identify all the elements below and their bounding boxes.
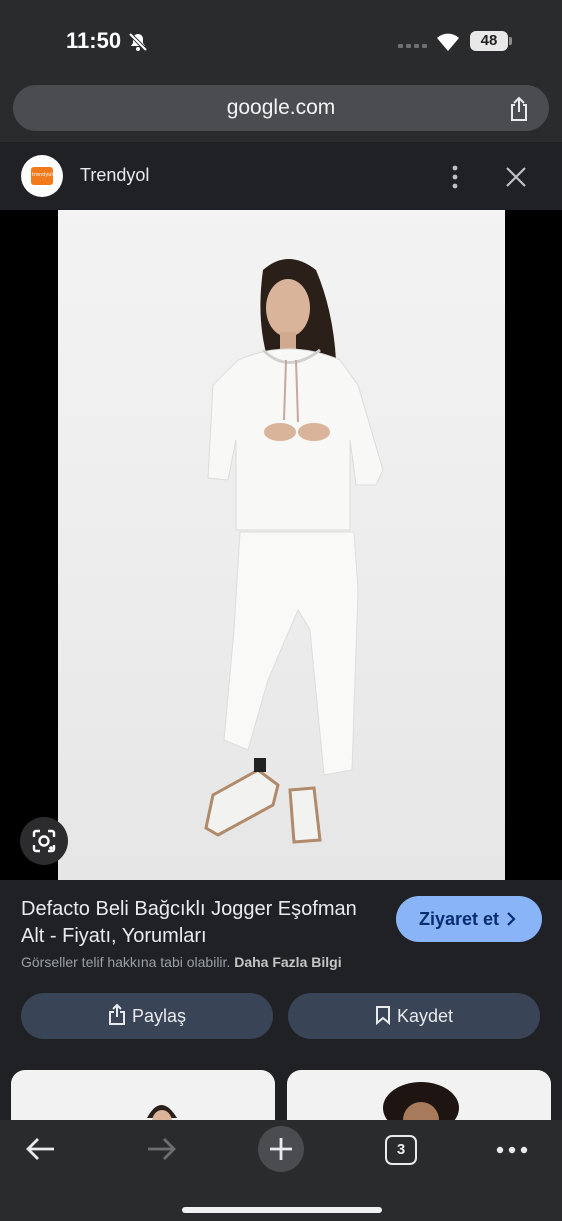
wifi-icon: [437, 33, 459, 51]
product-image[interactable]: [58, 210, 505, 880]
bottom-toolbar: 3: [0, 1120, 562, 1221]
image-viewer: [0, 210, 562, 880]
bookmark-icon: [375, 1006, 390, 1026]
back-arrow-icon[interactable]: [24, 1134, 58, 1164]
image-info-panel: Defacto Beli Bağcıklı Jogger Eşofman Alt…: [0, 880, 562, 1130]
copyright-notice: Görseller telif hakkına tabi olabilir. D…: [21, 954, 342, 970]
model-illustration: [204, 259, 384, 844]
visit-label: Ziyaret et: [419, 909, 500, 929]
share-label: Paylaş: [131, 1006, 187, 1026]
close-icon[interactable]: [505, 166, 527, 188]
tab-switcher-button[interactable]: 3: [385, 1135, 417, 1165]
home-indicator[interactable]: [182, 1207, 382, 1213]
status-time: 11:50: [66, 28, 122, 53]
share-icon: [108, 1004, 125, 1026]
trendyol-logo-mark: trendyol: [31, 167, 53, 185]
bell-muted-icon: [128, 32, 148, 52]
battery-icon: 48: [470, 31, 512, 51]
source-name[interactable]: Trendyol: [80, 165, 149, 186]
forward-arrow-icon[interactable]: [144, 1134, 178, 1164]
source-header: trendyol Trendyol: [0, 142, 562, 210]
new-tab-button[interactable]: [258, 1126, 304, 1172]
visit-button[interactable]: Ziyaret et: [396, 896, 542, 942]
copyright-text: Görseller telif hakkına tabi olabilir.: [21, 954, 231, 970]
chevron-right-icon: [507, 912, 516, 926]
save-label: Kaydet: [396, 1006, 454, 1026]
google-lens-button[interactable]: [20, 817, 68, 865]
save-button[interactable]: Kaydet: [288, 993, 540, 1039]
lens-icon: [32, 829, 56, 853]
status-bar: 11:50 48: [0, 0, 562, 80]
share-button[interactable]: Paylaş: [21, 993, 273, 1039]
trendyol-logo[interactable]: trendyol: [21, 155, 63, 197]
more-vert-icon[interactable]: [448, 164, 462, 190]
cellular-signal-icon: [398, 44, 427, 48]
logo-text: trendyol: [32, 172, 53, 178]
more-horiz-icon[interactable]: [496, 1146, 528, 1154]
result-title[interactable]: Defacto Beli Bağcıklı Jogger Eşofman Alt…: [21, 896, 381, 950]
share-icon[interactable]: [507, 96, 531, 122]
plus-icon: [270, 1138, 292, 1160]
url-field[interactable]: google.com: [13, 85, 549, 131]
address-bar: google.com: [0, 80, 562, 142]
learn-more-link[interactable]: Daha Fazla Bilgi: [234, 954, 341, 970]
url-text: google.com: [226, 96, 336, 119]
